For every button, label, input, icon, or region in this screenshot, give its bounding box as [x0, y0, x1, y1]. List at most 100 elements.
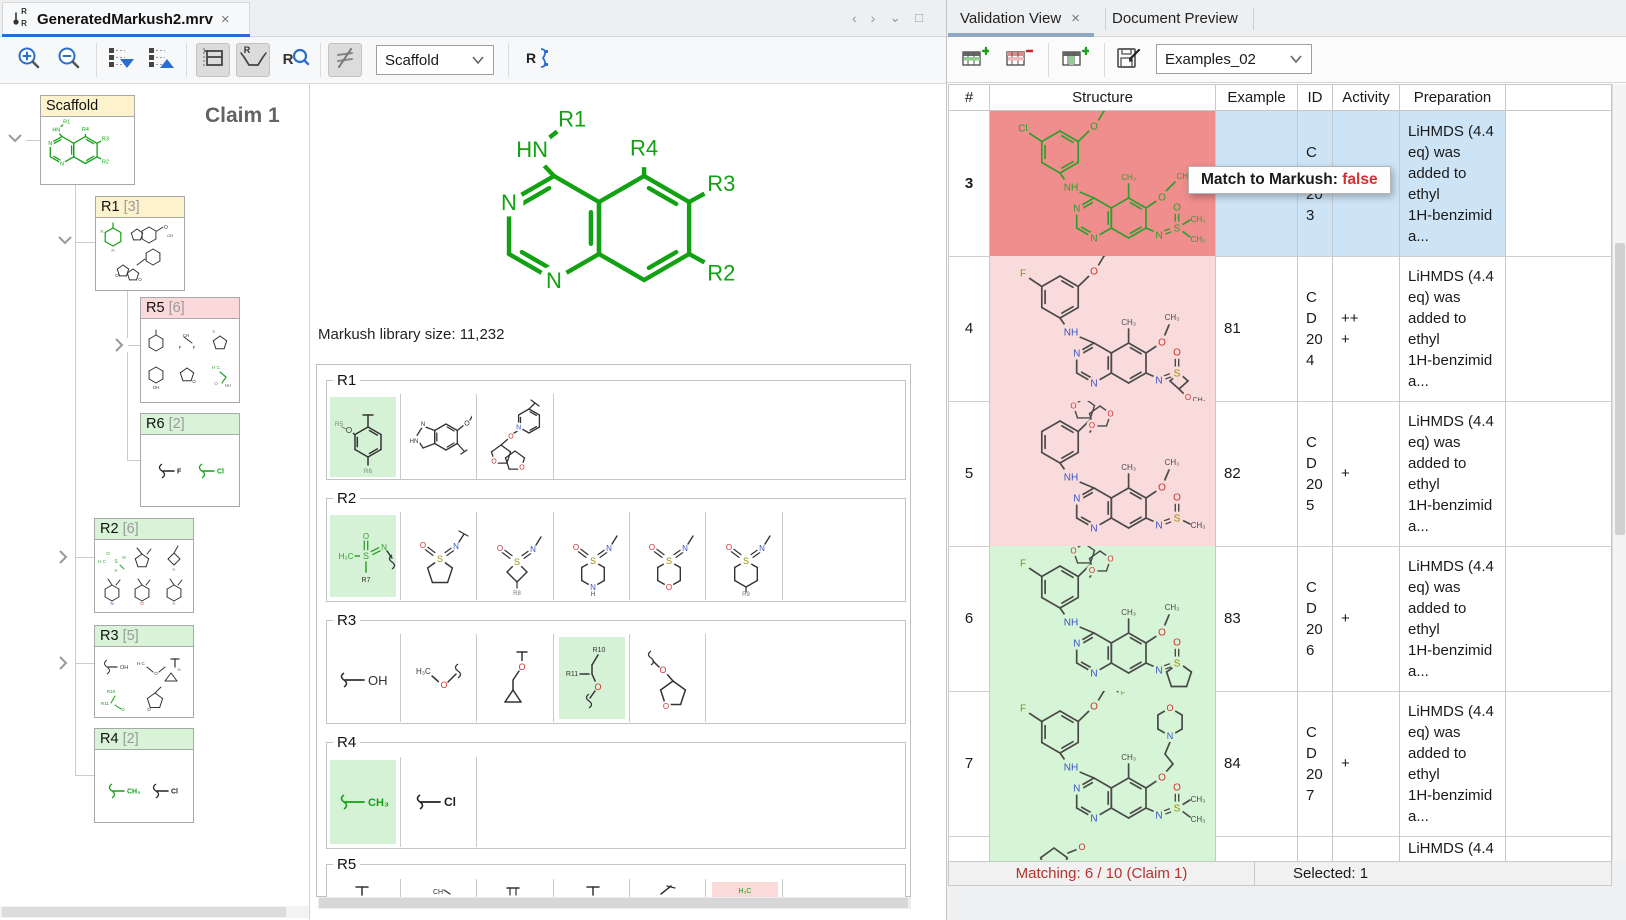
tree-node-header[interactable]: R4 [2] — [95, 729, 193, 750]
cell-empty-row7[interactable] — [1506, 691, 1612, 836]
rgroup-cell-r3-1[interactable]: OH — [330, 637, 396, 719]
rgroup-cell-r2-6[interactable]: SONR9 — [712, 515, 778, 597]
rgroup-cell-r2-1[interactable]: H₃COSNR7 — [330, 515, 396, 597]
rgroup-cell-r3-3[interactable]: O — [483, 637, 549, 719]
cell-num-row4[interactable]: 4 — [948, 256, 990, 401]
cell-id-row7[interactable]: C D 20 7 — [1298, 691, 1333, 836]
cell-structure-row5[interactable]: OOOFNHNNCH₃OCH₃NSOCH₃ — [990, 401, 1216, 546]
rgroup-query-button[interactable]: R — [278, 43, 312, 77]
document-tab[interactable]: RR GeneratedMarkush2.mrv × — [2, 2, 250, 35]
cell-empty-row5[interactable] — [1506, 401, 1612, 546]
document-tab-close-icon[interactable]: × — [219, 11, 232, 28]
rgroup-cell-r3-5[interactable]: OO — [635, 637, 701, 719]
chevron-expand-r1-icon[interactable] — [58, 235, 72, 249]
rgroup-cell-r1-2[interactable]: HNNOCH₃CH₃ — [406, 397, 472, 477]
nav-back-icon[interactable]: ‹ — [852, 10, 857, 26]
maximize-icon[interactable]: □ — [915, 10, 923, 25]
cell-example-row6[interactable]: 83 — [1216, 546, 1298, 691]
zoom-out-button[interactable] — [52, 43, 86, 77]
cell-empty-row3[interactable] — [1506, 111, 1612, 256]
rgroup-view-button[interactable]: R — [236, 43, 270, 77]
cell-example-rownext[interactable] — [1216, 836, 1298, 861]
tree-node-r1[interactable]: R1 [3] RROCHOO — [95, 196, 185, 291]
column-header-id[interactable]: ID — [1298, 84, 1333, 111]
cell-num-row3[interactable]: 3 — [948, 111, 990, 256]
cell-preparation-row4[interactable]: LiHMDS (4.4 eq) was added to ethyl 1H-be… — [1400, 256, 1506, 401]
tree-node-r4[interactable]: R4 [2] CH₃Cl — [94, 728, 194, 823]
cell-structure-row3[interactable]: ClOH₃CCH₃NHNNCH₃OCH₃NSOCH₃CH₃ — [990, 111, 1216, 256]
tree-node-header[interactable]: R6 [2] — [141, 414, 239, 435]
scrollbar-thumb[interactable] — [2, 907, 286, 917]
cell-activity-row6[interactable]: + — [1333, 546, 1400, 691]
cell-structure-row6[interactable]: FOOONHNNCH₃OCH₃NSOS — [990, 546, 1216, 691]
rgroup-cell-r3-2[interactable]: H₃CO — [406, 637, 472, 719]
rgroup-cell-r2-5[interactable]: SONO — [635, 515, 701, 597]
cell-structure-rownext[interactable]: O — [990, 836, 1216, 861]
rgroup-cell-r4-2[interactable]: Cl — [406, 760, 472, 844]
tree-node-r6[interactable]: R6 [2] FCl — [140, 413, 240, 507]
cell-id-row5[interactable]: C D 20 5 — [1298, 401, 1333, 546]
scrollbar-thumb[interactable] — [1615, 243, 1625, 535]
zoom-in-button[interactable] — [12, 43, 46, 77]
tab-list-icon[interactable]: ⌄ — [889, 9, 901, 26]
rgroup-cell-r5-5[interactable] — [635, 882, 701, 897]
cell-preparation-rownext[interactable]: LiHMDS (4.4 — [1400, 836, 1506, 861]
rgroup-cell-r2-2[interactable]: SON — [406, 515, 472, 597]
cell-id-row6[interactable]: C D 20 6 — [1298, 546, 1333, 691]
rgroup-cell-r1-3[interactable]: OOON — [483, 397, 549, 477]
tree-node-header[interactable]: R5 [6] — [141, 298, 239, 319]
cell-activity-row5[interactable]: + — [1333, 401, 1400, 546]
cell-structure-row7[interactable]: FOH₃CFFFNHNNCH₃OONNSOCH₃CH₃ — [990, 691, 1216, 836]
rgroup-cell-r5-6[interactable]: H₃C — [712, 882, 778, 897]
cell-example-row5[interactable]: 82 — [1216, 401, 1298, 546]
tree-node-header[interactable]: Scaffold — [41, 96, 134, 117]
rgroup-cell-r5-4[interactable] — [559, 882, 625, 897]
cell-id-row4[interactable]: C D 20 4 — [1298, 256, 1333, 401]
rgroup-bracket-button[interactable]: R — [520, 43, 554, 77]
rgroup-cell-r3-4[interactable]: R10R11O — [559, 637, 625, 719]
cell-id-rownext[interactable] — [1298, 836, 1333, 861]
examples-selector[interactable]: Examples_02 — [1156, 44, 1312, 74]
add-row-button[interactable] — [958, 43, 992, 77]
nav-forward-icon[interactable]: › — [871, 10, 876, 26]
chevron-expand-r2-icon[interactable] — [58, 550, 72, 564]
tree-node-r2[interactable]: R2 [6] OH CSNRRNOR — [94, 518, 194, 613]
cell-empty-rownext[interactable] — [1506, 836, 1612, 861]
rgroup-cell-r1-1[interactable]: R5OR6 — [330, 397, 396, 477]
rgroup-cell-r4-1[interactable]: CH₃ — [330, 760, 396, 844]
tab-validation-view[interactable]: Validation View × — [948, 0, 1094, 36]
scaffold-selector[interactable]: Scaffold — [376, 45, 494, 75]
cell-structure-row4[interactable]: FOH₃CCH₃NHNNCH₃OCH₃NSOSOCH₃ — [990, 256, 1216, 401]
cell-num-row6[interactable]: 6 — [948, 546, 990, 691]
cell-preparation-row6[interactable]: LiHMDS (4.4 eq) was added to ethyl 1H-be… — [1400, 546, 1506, 691]
cell-num-row7[interactable]: 7 — [948, 691, 990, 836]
rgroup-cell-r2-3[interactable]: SONR8 — [483, 515, 549, 597]
column-header-activity[interactable]: Activity — [1333, 84, 1400, 111]
rgroup-cell-r5-1[interactable] — [330, 882, 396, 897]
hide-rlogic-button[interactable] — [328, 43, 362, 77]
expand-all-button[interactable] — [104, 43, 138, 77]
scrollbar-thumb[interactable] — [319, 898, 908, 908]
canvas-horizontal-scrollbar[interactable] — [318, 897, 911, 909]
tree-node-r3[interactable]: R3 [5] OHH COOR10R11OO — [94, 625, 194, 718]
cell-empty-row6[interactable] — [1506, 546, 1612, 691]
collapse-all-button[interactable] — [144, 43, 178, 77]
cell-num-rownext[interactable] — [948, 836, 990, 861]
chevron-expand-r5-icon[interactable] — [114, 338, 128, 352]
column-header-example[interactable]: Example — [1216, 84, 1298, 111]
column-header-num[interactable]: # — [948, 84, 990, 111]
column-header-empty[interactable] — [1506, 84, 1612, 111]
cell-activity-row4[interactable]: ++ + — [1333, 256, 1400, 401]
rgroup-cell-r5-3[interactable] — [483, 882, 549, 897]
tab-document-preview[interactable]: Document Preview — [1112, 0, 1247, 36]
cell-activity-rownext[interactable] — [1333, 836, 1400, 861]
rgroup-cell-r2-4[interactable]: SONNH — [559, 515, 625, 597]
cell-preparation-row5[interactable]: LiHMDS (4.4 eq) was added to ethyl 1H-be… — [1400, 401, 1506, 546]
save-view-button[interactable] — [1112, 43, 1146, 77]
cell-empty-row4[interactable] — [1506, 256, 1612, 401]
tree-node-r5[interactable]: R5 [6] CHFFROHOH CONH — [140, 297, 240, 403]
cell-num-row5[interactable]: 5 — [948, 401, 990, 546]
delete-row-button[interactable] — [1002, 43, 1036, 77]
cell-preparation-row3[interactable]: LiHMDS (4.4 eq) was added to ethyl 1H-be… — [1400, 111, 1506, 256]
cell-example-row7[interactable]: 84 — [1216, 691, 1298, 836]
